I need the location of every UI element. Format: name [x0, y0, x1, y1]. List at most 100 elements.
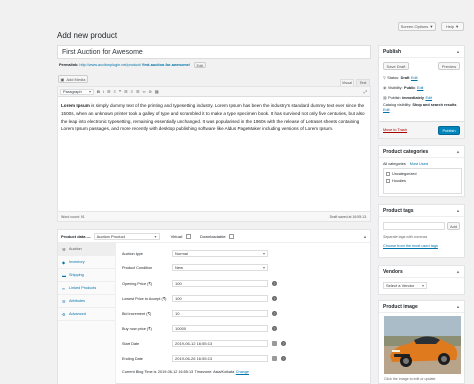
vendor-select[interactable]: Select a Vendor ▾ [383, 282, 427, 289]
calendar-icon[interactable] [272, 356, 277, 361]
align-left-icon[interactable]: ☰ [124, 89, 128, 94]
collapse-icon[interactable]: ▲ [456, 208, 460, 213]
product-type-value: Auction Product [96, 233, 125, 239]
quote-icon[interactable]: ❝ [119, 89, 121, 94]
fullscreen-icon[interactable]: ⤢ [364, 89, 367, 94]
add-tag-button[interactable]: Add [447, 222, 460, 230]
editor-box: Paragraph ▾ B I ☰ ≡ ❝ ☰ ≡ ☰ ∞ ⊘ ▦ ⤢ Lore… [57, 86, 371, 222]
tab-shipping[interactable]: ▬ Shipping [58, 269, 115, 282]
help-icon[interactable]: ? [272, 296, 277, 301]
help-button[interactable]: Help ▼ [441, 22, 464, 31]
catalog-edit-link[interactable]: Edit [383, 108, 390, 112]
toolbar-toggle-icon[interactable]: ▦ [155, 89, 159, 94]
help-icon[interactable]: ? [281, 356, 286, 361]
visibility-label: Visibility: [387, 85, 403, 90]
tag-input[interactable] [383, 222, 445, 230]
bold-icon[interactable]: B [97, 89, 100, 94]
status-value: Draft [400, 75, 410, 80]
permalink-edit-button[interactable]: Edit [193, 62, 206, 68]
align-center-icon[interactable]: ≡ [131, 89, 133, 94]
start-date-input[interactable]: 2019-06-12 16:55:13 [172, 340, 268, 347]
condition-row: Product Condition New ▾ [122, 264, 268, 271]
car-image [384, 316, 461, 374]
tab-linked-products[interactable]: ∞ Linked Products [58, 282, 115, 295]
opening-price-input[interactable]: 100 [172, 280, 268, 287]
calendar-icon[interactable] [272, 341, 277, 346]
help-icon[interactable]: ? [272, 281, 277, 286]
bid-increment-label: Bid increment (₹) [122, 312, 152, 316]
publish-edit-link[interactable]: Edit [426, 96, 433, 100]
screen-options-button[interactable]: Screen Options ▼ [398, 22, 436, 31]
collapse-icon[interactable]: ▲ [456, 304, 460, 309]
collapse-icon[interactable]: ▲ [456, 149, 460, 154]
add-media-button[interactable]: ▣ Add Media [58, 75, 88, 83]
tab-all-categories[interactable]: All categories [383, 162, 406, 166]
condition-select[interactable]: New ▾ [172, 264, 268, 271]
collapse-icon[interactable]: ▲ [456, 269, 460, 274]
tab-inventory[interactable]: ◆ Inventory [58, 256, 115, 269]
numbered-list-icon[interactable]: ≡ [114, 89, 116, 94]
eye-icon: ◉ [383, 86, 387, 90]
buy-now-input[interactable]: 10000 [172, 325, 268, 332]
tab-text[interactable]: Text [356, 79, 370, 86]
content-text: is simply dummy text of the printing and… [61, 103, 365, 132]
product-image[interactable] [384, 316, 461, 374]
publish-button[interactable]: Publish [438, 126, 460, 135]
permalink-slug[interactable]: first-auction-for-awesome/ [142, 63, 190, 67]
lowest-price-input[interactable]: 100 [172, 295, 268, 302]
publish-box: Publish ▲ Save Draft Preview ⚲ Status: D… [378, 45, 465, 139]
product-type-select[interactable]: Auction Product ▾ [93, 232, 160, 240]
preview-button[interactable]: Preview [438, 62, 460, 70]
product-image-title: Product image [383, 303, 418, 310]
bid-increment-input[interactable]: 10 [172, 310, 268, 317]
timezone-change-link[interactable]: Change [236, 370, 249, 374]
downloadable-checkbox[interactable] [229, 233, 235, 239]
chevron-down-icon: ▾ [262, 265, 265, 270]
move-to-trash-link[interactable]: Move to Trash [383, 128, 407, 132]
align-right-icon[interactable]: ☰ [136, 89, 140, 94]
blog-time-value: 2019-06-12 16:55:13 [157, 370, 194, 374]
buy-now-row: Buy now price (₹) 10000 ? [122, 325, 277, 332]
save-draft-button[interactable]: Save Draft [383, 62, 409, 70]
ending-date-input[interactable]: 2019-06-26 16:55:13 [172, 355, 268, 362]
editor-content[interactable]: Lorem Ipsum is simply dummy text of the … [58, 97, 370, 211]
category-item-uncategorized: Uncategorized [386, 172, 459, 176]
help-icon[interactable]: ? [281, 341, 286, 346]
status-edit-link[interactable]: Edit [411, 76, 418, 80]
format-select[interactable]: Paragraph ▾ [60, 88, 94, 95]
permalink-url[interactable]: http://www.accitonplugin.net/product/ [79, 63, 141, 67]
tab-advanced[interactable]: ⚙ Advanced [58, 308, 115, 321]
unlink-icon[interactable]: ⊘ [149, 89, 152, 94]
bullet-list-icon[interactable]: ☰ [107, 89, 111, 94]
category-checkbox[interactable] [386, 179, 390, 183]
categories-box: Product categories ▲ All categories Most… [378, 145, 465, 197]
format-select-value: Paragraph [63, 89, 82, 94]
catalog-label: Catalog visibility: [383, 103, 412, 107]
bid-increment-row: Bid increment (₹) 10 ? [122, 310, 277, 317]
choose-tags-link[interactable]: Choose from the most used tags [383, 244, 438, 248]
start-date-label: Start Date [122, 341, 140, 346]
visibility-edit-link[interactable]: Edit [417, 86, 424, 90]
post-title-input[interactable]: First Auction for Awesome [57, 45, 371, 59]
permalink-label: Permalink: [59, 63, 79, 67]
collapse-icon[interactable]: ▲ [363, 234, 367, 239]
publish-header: Publish ▲ [379, 46, 464, 58]
tab-visual[interactable]: Visual [340, 79, 354, 86]
lowest-price-label: Lowest Price to Accept (₹) [122, 297, 167, 301]
tags-header: Product tags ▲ [379, 205, 464, 217]
collapse-icon[interactable]: ▲ [456, 49, 460, 54]
tab-attributes[interactable]: ☰ Attributes [58, 295, 115, 308]
category-checkbox[interactable] [386, 172, 390, 176]
virtual-checkbox[interactable] [185, 233, 191, 239]
help-icon[interactable]: ? [272, 326, 277, 331]
tab-most-used[interactable]: Most Used [410, 162, 428, 166]
tab-auction[interactable]: ⚒ Auction [58, 243, 115, 256]
link-icon[interactable]: ∞ [143, 89, 146, 94]
chevron-down-icon: ▾ [421, 283, 424, 288]
categories-title: Product categories [383, 148, 429, 155]
visibility-value: Public [404, 85, 416, 90]
auction-type-select[interactable]: Normal ▾ [172, 250, 268, 257]
categories-header: Product categories ▲ [379, 146, 464, 158]
help-icon[interactable]: ? [272, 311, 277, 316]
italic-icon[interactable]: I [103, 89, 104, 94]
